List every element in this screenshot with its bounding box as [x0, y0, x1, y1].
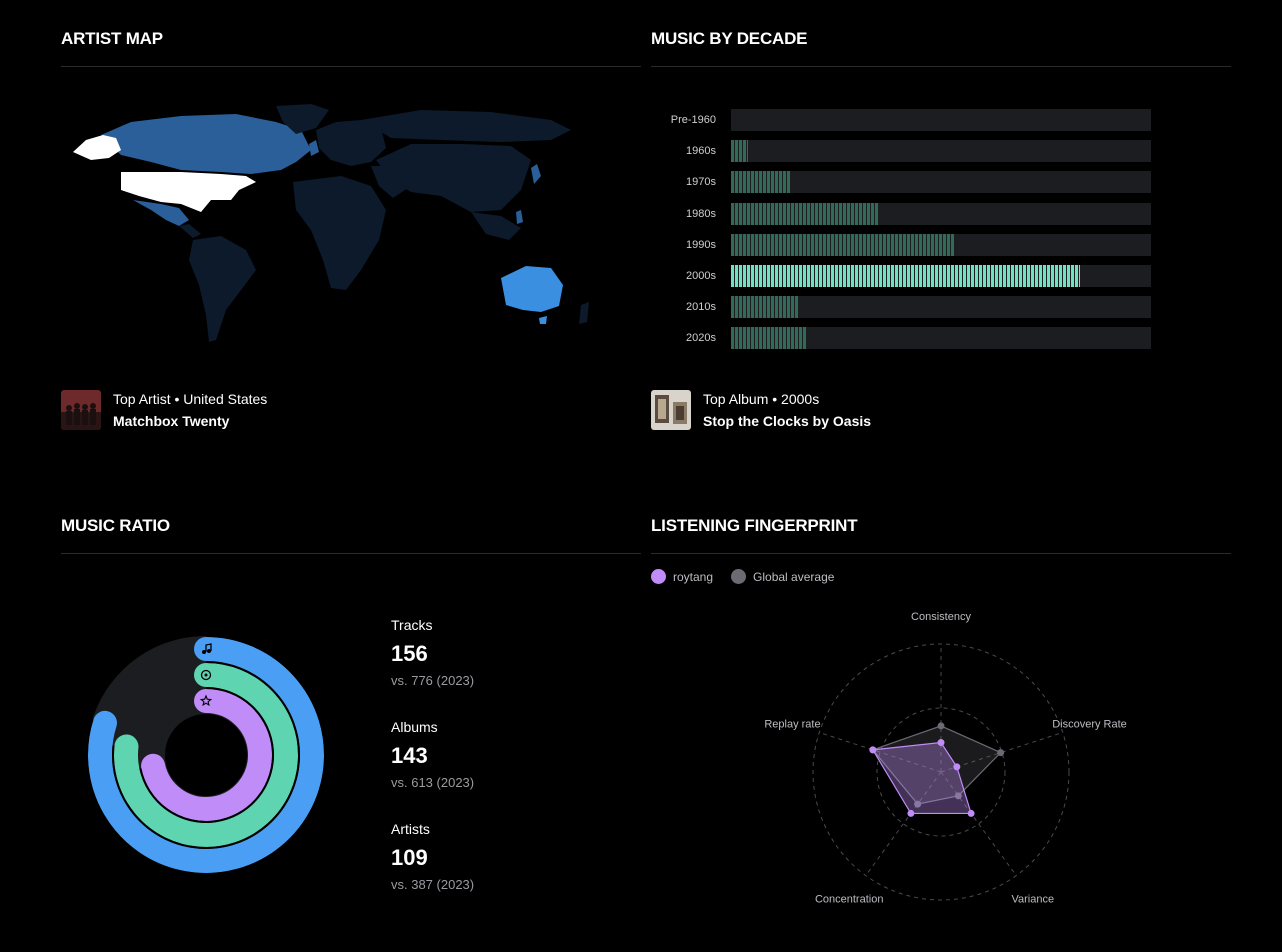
- top-artist-label: Top Artist • United States: [113, 391, 268, 407]
- decade-label: 1970s: [686, 176, 716, 188]
- listening-fingerprint-title: LISTENING FINGERPRINT: [651, 516, 858, 535]
- decade-bar-track: [731, 234, 1151, 256]
- decade-label: Pre-1960: [670, 114, 716, 126]
- map-region-australia[interactable]: [501, 266, 563, 312]
- stat-albums: Albums 143 vs. 613 (2023): [391, 719, 474, 790]
- map-region-central-america[interactable]: [179, 224, 201, 238]
- top-album-cover[interactable]: [651, 390, 691, 430]
- decade-label: 2010s: [686, 301, 716, 313]
- decade-row[interactable]: 1970s: [651, 171, 1151, 193]
- legend-label-global: Global average: [753, 569, 835, 584]
- map-region-alaska[interactable]: [73, 135, 121, 160]
- decade-bar-track: [731, 109, 1151, 131]
- map-region-philippines[interactable]: [516, 210, 523, 224]
- decade-label: 1960s: [686, 145, 716, 157]
- legend-dot-user: [651, 569, 666, 584]
- legend-dot-global: [731, 569, 747, 584]
- decade-bar[interactable]: [731, 234, 954, 256]
- decade-bar[interactable]: [731, 140, 748, 162]
- stat-artists-comparison: vs. 387 (2023): [391, 877, 475, 892]
- music-ratio-title: MUSIC RATIO: [61, 516, 170, 535]
- stat-albums-label: Albums: [391, 719, 438, 735]
- radar-axis-label: Consistency: [911, 611, 971, 623]
- decade-bar-track: [731, 140, 1151, 162]
- map-region-japan[interactable]: [531, 164, 541, 184]
- decade-bar[interactable]: [731, 327, 807, 349]
- music-ratio-rings: [86, 635, 326, 875]
- stat-tracks-label: Tracks: [391, 617, 433, 633]
- map-region-russia[interactable]: [361, 110, 571, 142]
- decade-bar-track: [731, 265, 1151, 287]
- decade-row[interactable]: 2020s: [651, 327, 1151, 349]
- map-region-tasmania[interactable]: [539, 316, 547, 324]
- decade-bar[interactable]: [731, 203, 878, 225]
- decade-row[interactable]: 1980s: [651, 203, 1151, 225]
- decade-row[interactable]: 1990s: [651, 234, 1151, 256]
- artist-map-title: ARTIST MAP: [61, 29, 163, 48]
- music-by-decade-divider: [651, 66, 1231, 67]
- top-album-label: Top Album • 2000s: [703, 391, 820, 407]
- map-region-canada[interactable]: [101, 114, 311, 174]
- decade-bar[interactable]: [731, 171, 790, 193]
- map-region-south-america[interactable]: [189, 236, 256, 342]
- decade-row[interactable]: 2010s: [651, 296, 1151, 318]
- radar-point-user[interactable]: [907, 809, 915, 817]
- world-map-svg[interactable]: [61, 100, 621, 350]
- radar-point-global[interactable]: [937, 722, 945, 730]
- top-artist-name[interactable]: Matchbox Twenty: [113, 413, 267, 429]
- decade-bar[interactable]: [731, 265, 1080, 287]
- decade-row[interactable]: 1960s: [651, 140, 1151, 162]
- radar-axis-label: Discovery Rate: [1052, 719, 1127, 731]
- stat-artists-value: 109: [391, 845, 428, 870]
- music-ratio-divider: [61, 553, 641, 554]
- radar-axis-label: Concentration: [815, 893, 884, 905]
- map-region-africa[interactable]: [293, 176, 386, 290]
- radar-axis-label: Replay rate: [764, 719, 820, 731]
- map-region-southeast-asia[interactable]: [471, 212, 521, 240]
- radar-point-user[interactable]: [967, 809, 975, 817]
- listening-fingerprint-divider: [651, 553, 1231, 554]
- top-album-caption[interactable]: Top Album • 2000s Stop the Clocks by Oas…: [651, 390, 871, 430]
- stat-artists-label: Artists: [391, 821, 430, 837]
- top-album-name[interactable]: Stop the Clocks by Oasis: [703, 413, 871, 429]
- map-region-uk[interactable]: [309, 140, 319, 156]
- top-artist-caption[interactable]: Top Artist • United States Matchbox Twen…: [61, 390, 267, 430]
- stat-albums-comparison: vs. 613 (2023): [391, 775, 475, 790]
- radar-point-user[interactable]: [869, 746, 877, 754]
- legend-label-user: roytang: [673, 569, 714, 584]
- legend-item-global[interactable]: Global average: [731, 569, 834, 584]
- ratio-rings-center: [165, 714, 247, 796]
- decade-label: 2000s: [686, 270, 716, 282]
- stat-artists: Artists 109 vs. 387 (2023): [391, 821, 474, 892]
- radar-point-global[interactable]: [997, 749, 1005, 757]
- stat-tracks-value: 156: [391, 641, 428, 666]
- decade-bar-track: [731, 327, 1151, 349]
- artist-map-divider: [61, 66, 641, 67]
- radar-point-user[interactable]: [953, 763, 961, 771]
- top-artist-image[interactable]: [61, 390, 101, 430]
- legend-item-user[interactable]: roytang: [651, 569, 713, 584]
- map-region-usa[interactable]: [121, 172, 256, 212]
- radar-point-user[interactable]: [937, 739, 945, 747]
- fingerprint-legend: roytang Global average: [651, 569, 834, 584]
- decade-row[interactable]: 2000s: [651, 265, 1151, 287]
- decade-label: 1990s: [686, 239, 716, 251]
- radar-axis-label: Variance: [1011, 893, 1054, 905]
- stat-tracks-comparison: vs. 776 (2023): [391, 673, 475, 688]
- fingerprint-radar-chart: Consistency Discovery Rate Variance Concent…: [764, 611, 1127, 905]
- decade-bar-track: [731, 203, 1151, 225]
- decade-label: 1980s: [686, 208, 716, 220]
- stat-albums-value: 143: [391, 743, 428, 768]
- decade-bar-track: [731, 171, 1151, 193]
- decade-bar[interactable]: [731, 296, 799, 318]
- stat-tracks: Tracks 156 vs. 776 (2023): [391, 617, 474, 688]
- decade-row[interactable]: Pre-1960: [651, 109, 1151, 131]
- world-map[interactable]: [61, 100, 621, 350]
- music-by-decade-title: MUSIC BY DECADE: [651, 29, 808, 48]
- decade-bar-track: [731, 296, 1151, 318]
- map-region-ireland[interactable]: [302, 146, 307, 153]
- map-region-new-zealand[interactable]: [579, 302, 589, 324]
- decade-label: 2020s: [686, 332, 716, 344]
